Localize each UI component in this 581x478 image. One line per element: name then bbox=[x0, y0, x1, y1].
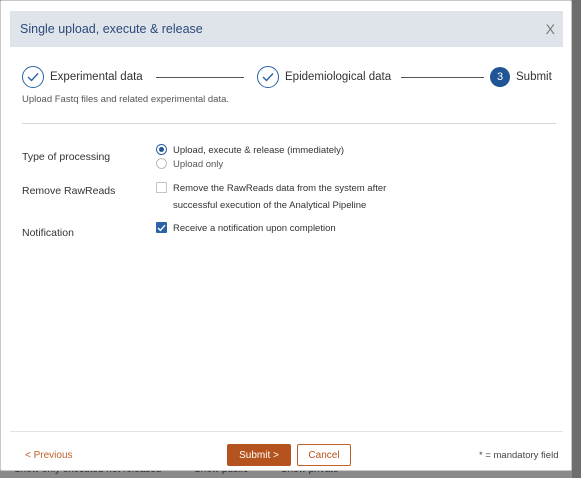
processing-option-upload-execute-release[interactable]: Upload, execute & release (immediately) bbox=[156, 144, 344, 157]
checkbox-label-line: Remove the RawReads data from the system… bbox=[173, 183, 387, 194]
background-page-edge bbox=[572, 0, 581, 478]
step-submit[interactable]: 3 Submit bbox=[490, 64, 552, 90]
step-number-badge: 3 bbox=[490, 67, 510, 87]
option-label: Upload only bbox=[173, 159, 224, 170]
close-icon[interactable]: X bbox=[546, 11, 555, 47]
wizard-stepper: Experimental data Epidemiological data 3… bbox=[22, 64, 557, 90]
submit-button[interactable]: Submit > bbox=[227, 444, 291, 466]
radio-unselected-icon[interactable] bbox=[156, 158, 167, 169]
mandatory-field-note: * = mandatory field bbox=[479, 450, 559, 461]
checkbox-label: Receive a notification upon completion bbox=[173, 223, 336, 234]
step-connector bbox=[401, 77, 484, 78]
step-label: Epidemiological data bbox=[285, 71, 392, 83]
check-icon bbox=[257, 66, 279, 88]
dialog-header: Single upload, execute & release X bbox=[10, 11, 563, 47]
step-label: Submit bbox=[516, 71, 552, 83]
step-experimental-data[interactable]: Experimental data bbox=[22, 64, 143, 90]
radio-selected-icon[interactable] bbox=[156, 144, 167, 155]
cancel-button[interactable]: Cancel bbox=[297, 444, 351, 466]
option-label: Upload, execute & release (immediately) bbox=[173, 145, 345, 156]
dialog-title: Single upload, execute & release bbox=[20, 22, 203, 36]
notification-checkbox-row[interactable]: Receive a notification upon completion bbox=[156, 222, 336, 235]
checkbox-checked-icon[interactable] bbox=[156, 222, 167, 233]
step-connector bbox=[156, 77, 244, 78]
checkbox-label-line: successful execution of the Analytical P… bbox=[173, 200, 367, 211]
remove-rawreads-label: Remove RawReads bbox=[22, 185, 116, 197]
previous-button[interactable]: < Previous bbox=[25, 450, 73, 461]
processing-label: Type of processing bbox=[22, 151, 111, 163]
remove-rawreads-checkbox-row[interactable]: Remove the RawReads data from the system… bbox=[156, 182, 386, 212]
single-upload-dialog: Single upload, execute & release X Exper… bbox=[0, 0, 572, 471]
section-divider bbox=[22, 123, 556, 124]
notification-label: Notification bbox=[22, 227, 74, 239]
checkbox-label: Remove the RawReads data from the system… bbox=[173, 182, 386, 212]
step-epidemiological-data[interactable]: Epidemiological data bbox=[257, 64, 391, 90]
processing-option-upload-only[interactable]: Upload only bbox=[156, 158, 223, 171]
step-description: Upload Fastq files and related experimen… bbox=[22, 94, 230, 105]
checkbox-unchecked-icon[interactable] bbox=[156, 182, 167, 193]
step-label: Experimental data bbox=[50, 71, 143, 83]
check-icon bbox=[22, 66, 44, 88]
footer-divider bbox=[10, 431, 563, 432]
